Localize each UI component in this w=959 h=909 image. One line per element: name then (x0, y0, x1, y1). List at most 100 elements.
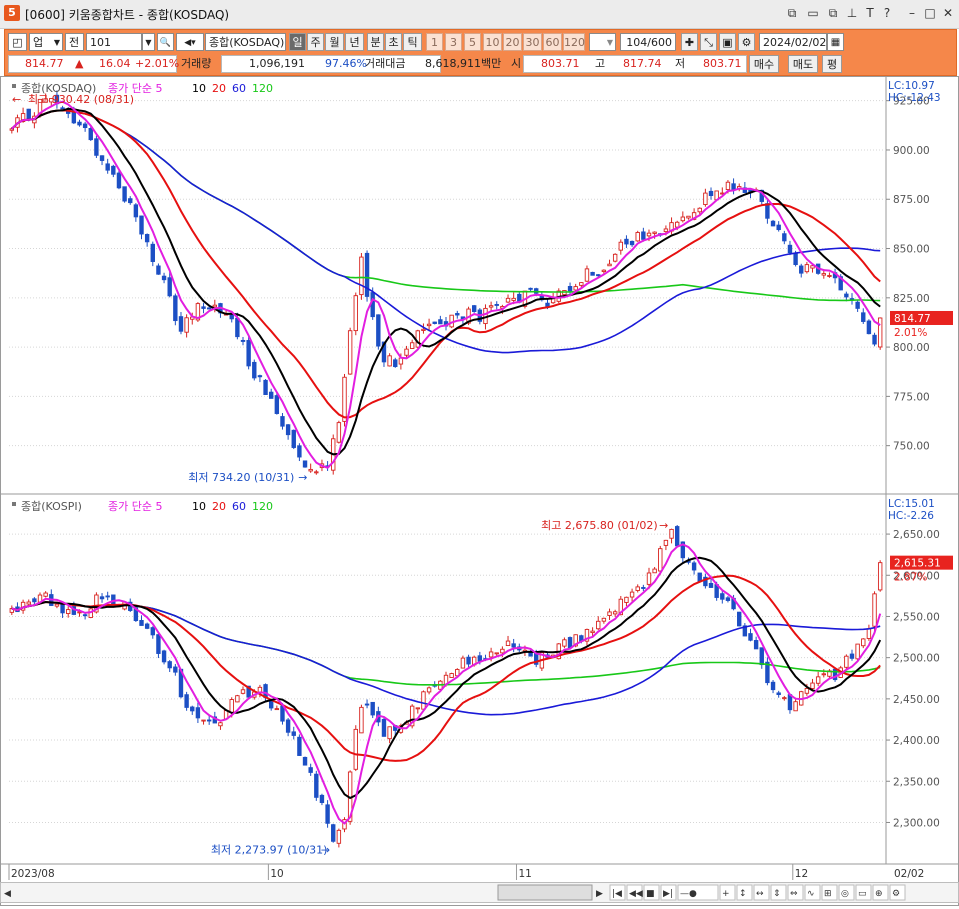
candle (545, 302, 550, 307)
zoom-in-icon[interactable]: ✚ (681, 33, 698, 51)
low-label: 저 (675, 57, 686, 70)
candle (815, 676, 821, 684)
legend-handle-icon (12, 84, 16, 88)
interval-30[interactable]: 30 (523, 33, 542, 51)
candle (776, 224, 781, 231)
minimize-icon[interactable]: – (905, 5, 919, 21)
candle (122, 186, 127, 202)
chart-canvas[interactable]: 925.00900.00875.00850.00825.00800.00775.… (0, 76, 959, 906)
help-icon[interactable]: ? (880, 5, 894, 21)
candle (82, 614, 88, 617)
candle (387, 355, 392, 367)
count-field[interactable]: 104/600 (620, 33, 676, 51)
candle (9, 128, 15, 131)
speaker-icon[interactable]: ◀▾ (176, 33, 204, 51)
interval-5[interactable]: 5 (464, 33, 481, 51)
interval-20[interactable]: 20 (503, 33, 522, 51)
change-arrow: ▲ (75, 57, 84, 70)
maximize-icon[interactable]: □ (923, 5, 937, 21)
candle (844, 293, 849, 298)
y-tick-label: 825.00 (893, 293, 930, 305)
font-icon[interactable]: T (863, 5, 877, 21)
high-annotation: 최고 2,675.80 (01/02) (541, 519, 658, 532)
candle (770, 681, 776, 691)
candle (235, 695, 240, 703)
candle (612, 611, 618, 615)
candle (607, 611, 612, 616)
candle (421, 328, 426, 331)
y-tick-label: 2,500.00 (893, 653, 940, 665)
date-input[interactable]: 2024/02/02 (759, 33, 827, 51)
last-price-label: 2,615.31 (894, 558, 941, 570)
candle (308, 767, 313, 773)
link-icon[interactable]: ⧉ (785, 5, 799, 21)
sell-button[interactable]: 매도 (788, 55, 818, 73)
candle (674, 526, 680, 547)
candle (269, 391, 274, 399)
interval-1[interactable]: 1 (426, 33, 443, 51)
legend-ma60: 60 (232, 82, 246, 95)
candle (872, 593, 877, 627)
gear-icon[interactable]: ⚙ (738, 33, 755, 51)
code-input[interactable]: 101 (86, 33, 142, 51)
period-tab-year[interactable]: 년 (345, 33, 364, 51)
chart-area[interactable]: 925.00 900.00 875.00 850.00 825.00 800.00 775.… (0, 76, 959, 906)
date-label: 10 (270, 868, 283, 880)
interval-120[interactable]: 120 (563, 33, 585, 51)
name-field[interactable]: 종합(KOSDAQ) (205, 33, 286, 51)
market-select[interactable]: 업 ▼ (29, 33, 63, 51)
legend-ma20: 20 (212, 500, 226, 513)
legend-ma5: 종가 단순 5 (108, 500, 162, 513)
calendar-icon[interactable]: ▦ (827, 33, 844, 51)
candle (105, 163, 110, 171)
pin-icon[interactable]: ⊥ (845, 5, 859, 21)
candle (708, 582, 714, 588)
candle (229, 699, 234, 713)
save-icon[interactable]: ▣ (719, 33, 736, 51)
title-bar: 5 [0600] 키움종합차트 - 종합(KOSDAQ) ⧉ ▭ ⧉ ⊥ T ?… (0, 0, 959, 29)
candle (782, 697, 787, 700)
prev-button[interactable]: 전 (65, 33, 84, 51)
candle (66, 609, 71, 614)
candle (793, 701, 798, 712)
candle (804, 688, 810, 694)
candle (663, 228, 669, 233)
candle (144, 234, 150, 243)
period-tab-second[interactable]: 초 (385, 33, 402, 51)
close-icon[interactable]: ✕ (941, 5, 955, 21)
trend-tool-icon[interactable]: ⤡ (700, 33, 717, 51)
period-tab-day[interactable]: 일 (289, 33, 306, 51)
chart-control-icon: —● (680, 889, 697, 899)
volume-label: 거래량 (181, 57, 212, 70)
candle (511, 643, 516, 648)
interval-10[interactable]: 10 (483, 33, 502, 51)
code-dropdown[interactable]: ▼ (142, 33, 155, 51)
period-tab-week[interactable]: 주 (307, 33, 324, 51)
eval-button[interactable]: 평 (822, 55, 842, 73)
period-tab-month[interactable]: 월 (325, 33, 344, 51)
tile-icon[interactable]: ▭ (806, 5, 820, 21)
chart-control-icon: ⇕ (773, 889, 781, 899)
low-annotation: 최저 734.20 (10/31) (188, 471, 294, 484)
candle (161, 275, 167, 281)
candle (877, 317, 883, 348)
custom-interval-select[interactable]: ▼ (589, 33, 616, 51)
interval-60[interactable]: 60 (543, 33, 562, 51)
candle (596, 274, 601, 277)
candle (703, 192, 708, 205)
period-tab-tick[interactable]: 틱 (403, 33, 422, 51)
layout-icon[interactable]: ◰ (8, 33, 27, 51)
search-icon[interactable]: 🔍 (157, 33, 174, 51)
candle (612, 253, 618, 262)
y-tick-label: 800.00 (893, 342, 930, 354)
candle (567, 637, 573, 649)
period-tab-minute[interactable]: 분 (367, 33, 384, 51)
candle (421, 691, 426, 710)
interval-3[interactable]: 3 (445, 33, 462, 51)
candle (240, 689, 246, 694)
candle (393, 359, 398, 368)
buy-button[interactable]: 매수 (749, 55, 779, 73)
restore-window-icon[interactable]: ⧉ (826, 5, 840, 21)
hc-label: HC:-2.26 (888, 510, 934, 522)
candle (562, 639, 567, 647)
